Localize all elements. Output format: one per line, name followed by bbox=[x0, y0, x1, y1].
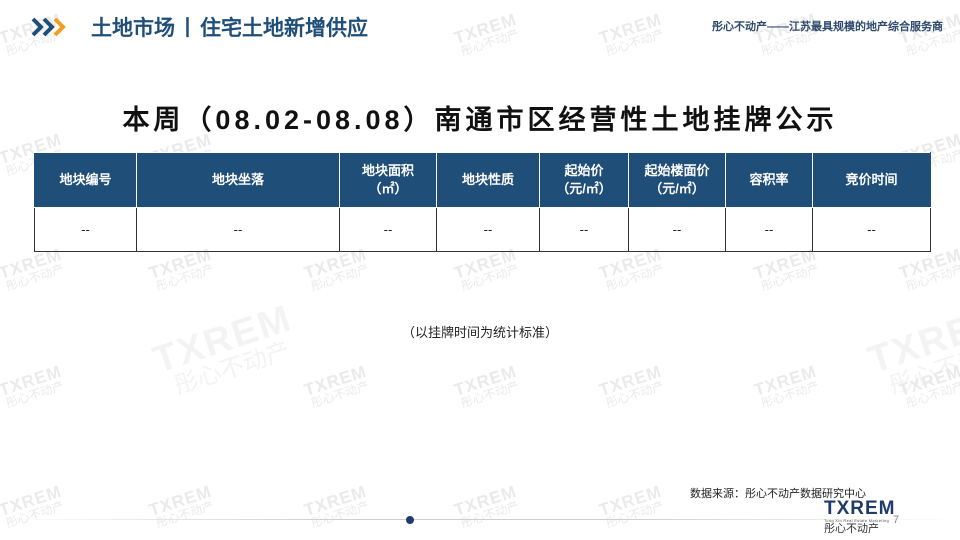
title-separator: 丨 bbox=[177, 17, 198, 40]
double-chevron-icon bbox=[31, 17, 66, 37]
watermark-large: TXREM 彤心不动产 bbox=[148, 297, 298, 400]
watermark: TXREM彤心不动产 bbox=[896, 361, 960, 411]
page-title: 本周（08.02-08.08）南通市区经营性土地挂牌公示 bbox=[122, 105, 838, 135]
section-title: 土地市场丨住宅土地新增供应 bbox=[91, 12, 368, 42]
footer-divider bbox=[0, 519, 960, 520]
watermark: TXREM彤心不动产 bbox=[146, 481, 216, 531]
watermark: TXREM彤心不动产 bbox=[451, 244, 521, 294]
watermark: TXREM彤心不动产 bbox=[596, 481, 666, 531]
watermark: TXREM彤心不动产 bbox=[751, 361, 821, 411]
watermark: TXREM彤心不动产 bbox=[301, 244, 371, 294]
table-cell: -- bbox=[136, 207, 340, 252]
column-header-area: 地块面积 （㎡） bbox=[339, 152, 437, 208]
table-cell: -- bbox=[539, 207, 629, 252]
table-row: -- -- -- -- -- -- -- -- bbox=[34, 207, 931, 252]
column-header-location: 地块坐落 bbox=[136, 152, 340, 208]
watermark-large: TXREM 彤心不动产 bbox=[863, 297, 960, 400]
watermark: TXREM彤心不动产 bbox=[301, 361, 371, 411]
column-header-floor-price: 起始楼面价 （元/㎡） bbox=[628, 152, 726, 208]
column-header-bidding-time: 竞价时间 bbox=[812, 152, 931, 208]
column-header-plot-number: 地块编号 bbox=[34, 152, 137, 208]
company-slogan: 彤心不动产——江苏最具规模的地产综合服务商 bbox=[712, 21, 943, 33]
watermark: TXREM彤心不动产 bbox=[0, 361, 66, 411]
watermark: TXREM彤心不动产 bbox=[896, 244, 960, 294]
watermark: TXREM彤心不动产 bbox=[0, 481, 66, 531]
section-title-sub: 住宅土地新增供应 bbox=[200, 17, 368, 40]
logo-chinese-name: 彤心不动产 bbox=[824, 523, 879, 535]
watermark: TXREM彤心不动产 bbox=[451, 361, 521, 411]
watermark: TXREM彤心不动产 bbox=[301, 481, 371, 531]
logo-mark-text: TXREM bbox=[824, 498, 896, 519]
table-cell: -- bbox=[725, 207, 813, 252]
table-cell: -- bbox=[628, 207, 726, 252]
watermark: TXREM彤心不动产 bbox=[596, 244, 666, 294]
watermark: TXREM彤心不动产 bbox=[0, 244, 66, 294]
table-cell: -- bbox=[339, 207, 437, 252]
table-cell: -- bbox=[34, 207, 137, 252]
footer-dot bbox=[406, 516, 414, 524]
table-cell: -- bbox=[812, 207, 931, 252]
company-logo: TXREM Tong Xin Real Estate Marketing 彤心不… bbox=[824, 499, 896, 535]
table-header-row: 地块编号 地块坐落 地块面积 （㎡） 地块性质 起始价 （元/㎡） 起始楼面价 （元/… bbox=[34, 152, 931, 208]
watermark-layer: TXREM 彤心不动产 TXREM 彤心不动产 TXREM 彤心不动产 TXREM 彤心… bbox=[0, 0, 960, 540]
section-title-main: 土地市场 bbox=[91, 17, 175, 40]
page-number: 7 bbox=[893, 514, 900, 526]
slide-header: 土地市场丨住宅土地新增供应 彤心不动产——江苏最具规模的地产综合服务商 bbox=[0, 0, 960, 50]
column-header-starting-price: 起始价 （元/㎡） bbox=[539, 152, 629, 208]
land-listing-table: 地块编号 地块坐落 地块面积 （㎡） 地块性质 起始价 （元/㎡） 起始楼面价 （元/… bbox=[34, 152, 931, 252]
watermark: TXREM彤心不动产 bbox=[596, 361, 666, 411]
statistics-note: （以挂牌时间为统计标准） bbox=[401, 325, 558, 340]
column-header-plot-ratio: 容积率 bbox=[725, 152, 813, 208]
watermark: TXREM彤心不动产 bbox=[451, 481, 521, 531]
table-cell: -- bbox=[436, 207, 540, 252]
watermark: TXREM彤心不动产 bbox=[146, 244, 216, 294]
logo-mark: TXREM bbox=[824, 499, 896, 518]
column-header-land-use: 地块性质 bbox=[436, 152, 540, 208]
watermark: TXREM彤心不动产 bbox=[751, 244, 821, 294]
